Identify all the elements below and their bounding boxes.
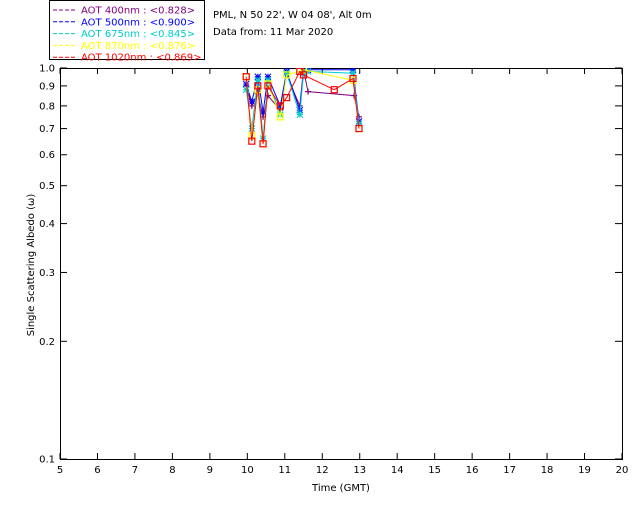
legend-label: AOT 400nm : <0.828>: [81, 6, 195, 17]
data-point: [242, 86, 250, 94]
data-point: [296, 111, 304, 118]
data-point: [248, 125, 256, 132]
x-tick-label: 6: [94, 465, 100, 476]
x-tick-label: 17: [503, 465, 516, 476]
date-line: Data from: 11 Mar 2020: [213, 27, 333, 38]
x-tick-label: 7: [132, 465, 138, 476]
axes: 5 6 7 8 9 10 11 12 13 14 15 16 17 18 19 20 0.1 0.2 0.3 0.4 0…: [39, 64, 628, 477]
legend-label: AOT 870nm : <0.876>: [81, 41, 195, 52]
y-axis-title: Single Scattering Albedo (ω): [26, 194, 37, 337]
y-tick-label: 0.7: [39, 124, 55, 135]
x-tick-label: 16: [466, 465, 479, 476]
data-point: [248, 98, 256, 106]
x-axis-title: Time (GMT): [311, 483, 370, 494]
y-tick-label: 0.8: [39, 101, 55, 112]
y-tick-label: 0.4: [39, 219, 55, 230]
x-tick-label: 9: [207, 465, 213, 476]
legend-label: AOT 500nm : <0.900>: [81, 17, 195, 28]
x-tick-label: 20: [616, 465, 629, 476]
plot-frame: [60, 68, 623, 460]
series-line: [245, 70, 360, 139]
legend-label: AOT 675nm : <0.845>: [81, 29, 195, 40]
x-tick-label: 11: [278, 465, 291, 476]
x-tick-label: 13: [353, 465, 366, 476]
x-tick-label: 19: [578, 465, 591, 476]
x-tick-label: 18: [541, 465, 554, 476]
x-tick-label: 12: [316, 465, 329, 476]
legend-label: AOT 1020nm : <0.869>: [81, 53, 201, 64]
x-tick-label: 10: [241, 465, 254, 476]
data-point: [305, 88, 312, 95]
y-tick-label: 0.2: [39, 337, 55, 348]
y-tick-label: 0.1: [39, 455, 55, 466]
series-layer: [242, 68, 363, 148]
x-tick-label: 8: [169, 465, 175, 476]
x-tick-label: 14: [391, 465, 404, 476]
site-line: PML, N 50 22', W 04 08', Alt 0m: [213, 10, 372, 21]
y-tick-label: 0.6: [39, 150, 55, 161]
chart-canvas: AOT 400nm : <0.828>AOT 500nm : <0.900>AO…: [26, 0, 628, 494]
x-tick-label: 5: [57, 465, 63, 476]
y-tick-label: 0.3: [39, 268, 55, 279]
y-tick-label: 0.5: [39, 181, 55, 192]
x-tick-label: 15: [428, 465, 441, 476]
y-tick-label: 1.0: [39, 64, 55, 75]
y-tick-label: 0.9: [39, 81, 55, 92]
